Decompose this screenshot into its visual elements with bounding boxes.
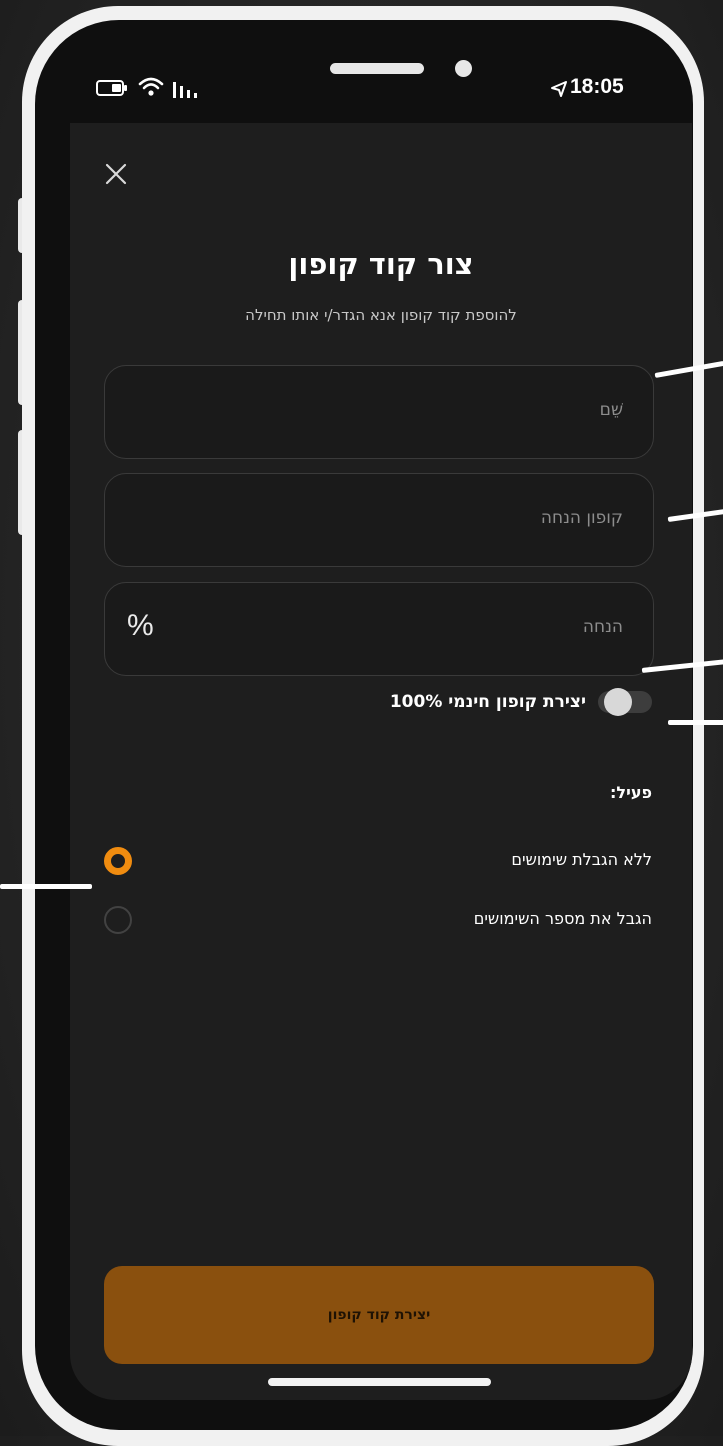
coupon-code-field[interactable] (104, 473, 654, 567)
front-camera (455, 60, 472, 77)
coupon-code-input[interactable] (203, 508, 623, 528)
free-coupon-label: יצירת קופון חינמי 100% (389, 692, 586, 712)
discount-field[interactable]: % (104, 582, 654, 676)
name-input[interactable] (203, 400, 623, 420)
usage-option-unlimited-label[interactable]: ללא הגבלת שימושים (511, 850, 652, 869)
pointer-line-usage-radio (0, 884, 92, 889)
usage-option-limit-radio[interactable] (104, 906, 132, 934)
speaker-grille (330, 63, 424, 74)
discount-input[interactable] (203, 617, 623, 637)
percent-unit: % (127, 609, 154, 642)
location-arrow-icon (550, 80, 568, 98)
pointer-line-free-toggle (668, 720, 723, 725)
create-coupon-button[interactable]: יצירת קוד קופון (104, 1266, 654, 1364)
free-coupon-toggle[interactable] (598, 688, 652, 716)
name-field[interactable] (104, 365, 654, 459)
free-coupon-row: יצירת קופון חינמי 100% (389, 688, 652, 716)
usage-option-limit-label[interactable]: הגבל את מספר השימושים (474, 909, 652, 928)
signal-icon (172, 80, 202, 98)
status-time: 18:05 (570, 75, 624, 98)
battery-icon (96, 80, 128, 96)
page-subtitle: להוספת קוד קופון אנא הגדר/י אותו תחילה (245, 306, 517, 324)
home-indicator (268, 1378, 491, 1386)
coupon-screen: צור קוד קופון להוספת קוד קופון אנא הגדר/… (70, 123, 692, 1400)
wifi-icon (138, 76, 164, 98)
toggle-knob (604, 688, 632, 716)
page-title: צור קוד קופון (288, 247, 474, 281)
close-icon[interactable] (105, 163, 127, 185)
active-label: פעיל: (610, 783, 652, 802)
usage-option-unlimited-radio[interactable] (104, 847, 132, 875)
